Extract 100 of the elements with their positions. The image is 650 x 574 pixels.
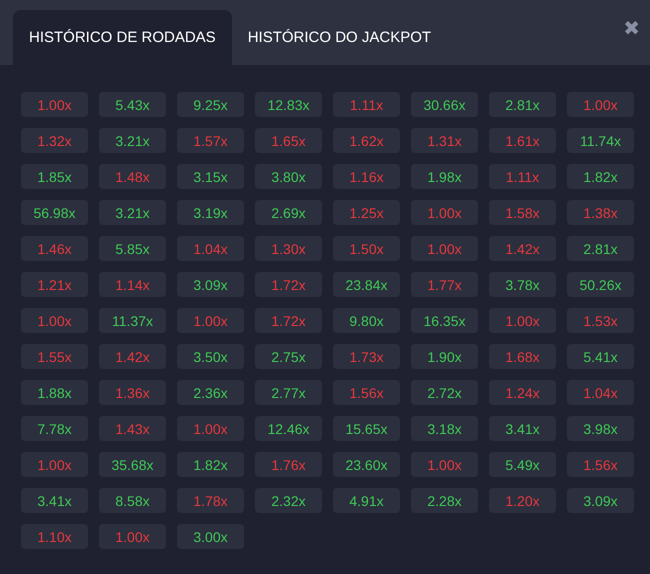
multiplier-chip: 1.58x xyxy=(489,200,556,225)
multiplier-chip: 1.00x xyxy=(411,452,478,477)
multiplier-chip: 11.74x xyxy=(567,128,634,153)
multiplier-chip: 1.00x xyxy=(21,308,88,333)
multiplier-chip: 12.46x xyxy=(255,416,322,441)
multiplier-chip: 3.18x xyxy=(411,416,478,441)
multiplier-chip: 3.09x xyxy=(567,488,634,513)
multiplier-chip: 56.98x xyxy=(21,200,88,225)
multiplier-chip: 1.43x xyxy=(99,416,166,441)
multiplier-chip: 1.04x xyxy=(567,380,634,405)
multiplier-chip: 2.81x xyxy=(489,92,556,117)
multiplier-chip: 5.43x xyxy=(99,92,166,117)
multiplier-chip: 1.57x xyxy=(177,128,244,153)
multiplier-chip: 1.00x xyxy=(411,200,478,225)
multiplier-chip: 11.37x xyxy=(99,308,166,333)
multiplier-chip: 1.76x xyxy=(255,452,322,477)
multiplier-chip: 5.85x xyxy=(99,236,166,261)
multiplier-chip: 1.00x xyxy=(489,308,556,333)
multiplier-chip: 1.04x xyxy=(177,236,244,261)
multiplier-chip: 3.80x xyxy=(255,164,322,189)
multiplier-chip: 1.61x xyxy=(489,128,556,153)
multiplier-chip: 1.82x xyxy=(567,164,634,189)
multiplier-chip: 1.42x xyxy=(99,344,166,369)
multiplier-chip: 50.26x xyxy=(567,272,634,297)
multiplier-chip: 3.21x xyxy=(99,128,166,153)
multiplier-chip: 1.88x xyxy=(21,380,88,405)
multiplier-chip: 1.98x xyxy=(411,164,478,189)
multiplier-chip: 1.38x xyxy=(567,200,634,225)
multiplier-chip: 1.90x xyxy=(411,344,478,369)
multiplier-chip: 1.55x xyxy=(21,344,88,369)
multiplier-chip: 9.25x xyxy=(177,92,244,117)
multiplier-chip: 3.15x xyxy=(177,164,244,189)
multiplier-chip: 1.68x xyxy=(489,344,556,369)
multiplier-chip: 2.32x xyxy=(255,488,322,513)
multiplier-chip: 5.49x xyxy=(489,452,556,477)
multiplier-chip: 1.36x xyxy=(99,380,166,405)
multiplier-chip: 3.41x xyxy=(489,416,556,441)
multiplier-chip: 1.00x xyxy=(411,236,478,261)
multiplier-chip: 15.65x xyxy=(333,416,400,441)
close-button[interactable]: ✖ xyxy=(623,18,640,38)
multiplier-chip: 1.32x xyxy=(21,128,88,153)
multiplier-chip: 30.66x xyxy=(411,92,478,117)
multiplier-chip: 1.65x xyxy=(255,128,322,153)
multiplier-chip: 1.85x xyxy=(21,164,88,189)
multiplier-chip: 1.73x xyxy=(333,344,400,369)
multiplier-chip: 4.91x xyxy=(333,488,400,513)
multiplier-chip: 1.62x xyxy=(333,128,400,153)
multiplier-chip: 1.72x xyxy=(255,308,322,333)
multiplier-chip: 2.77x xyxy=(255,380,322,405)
multiplier-chip: 5.41x xyxy=(567,344,634,369)
multiplier-chip: 3.00x xyxy=(177,524,244,549)
multiplier-chip: 3.78x xyxy=(489,272,556,297)
tab[interactable]: HISTÓRICO DO JACKPOT xyxy=(232,10,448,65)
multiplier-chip: 1.20x xyxy=(489,488,556,513)
multiplier-chip: 1.42x xyxy=(489,236,556,261)
multiplier-chip: 1.46x xyxy=(21,236,88,261)
multiplier-chip: 1.56x xyxy=(567,452,634,477)
multiplier-chip: 1.16x xyxy=(333,164,400,189)
multiplier-chip: 23.60x xyxy=(333,452,400,477)
multiplier-chip: 1.56x xyxy=(333,380,400,405)
multiplier-chip: 16.35x xyxy=(411,308,478,333)
multiplier-chip: 23.84x xyxy=(333,272,400,297)
multiplier-chip: 3.19x xyxy=(177,200,244,225)
multiplier-chip: 1.00x xyxy=(21,452,88,477)
multiplier-chip: 1.21x xyxy=(21,272,88,297)
multiplier-chip: 1.24x xyxy=(489,380,556,405)
multiplier-chip: 3.50x xyxy=(177,344,244,369)
multiplier-chip: 35.68x xyxy=(99,452,166,477)
multiplier-chip: 1.30x xyxy=(255,236,322,261)
multiplier-chip: 2.36x xyxy=(177,380,244,405)
multiplier-chip: 2.81x xyxy=(567,236,634,261)
multiplier-chip: 1.53x xyxy=(567,308,634,333)
multiplier-chip: 9.80x xyxy=(333,308,400,333)
multiplier-chip: 2.75x xyxy=(255,344,322,369)
multiplier-chip: 2.28x xyxy=(411,488,478,513)
multiplier-chip: 3.98x xyxy=(567,416,634,441)
multiplier-chip: 1.77x xyxy=(411,272,478,297)
multiplier-chip: 2.72x xyxy=(411,380,478,405)
multiplier-chip: 1.11x xyxy=(333,92,400,117)
multiplier-chip: 1.25x xyxy=(333,200,400,225)
multiplier-chip: 1.00x xyxy=(567,92,634,117)
multiplier-chip: 2.69x xyxy=(255,200,322,225)
multiplier-chip: 3.09x xyxy=(177,272,244,297)
multiplier-chip: 1.50x xyxy=(333,236,400,261)
multiplier-chip: 1.48x xyxy=(99,164,166,189)
multiplier-chip: 3.41x xyxy=(21,488,88,513)
multiplier-chip: 12.83x xyxy=(255,92,322,117)
multiplier-chip: 1.14x xyxy=(99,272,166,297)
multiplier-chip: 8.58x xyxy=(99,488,166,513)
multiplier-chip: 3.21x xyxy=(99,200,166,225)
multiplier-chip: 1.31x xyxy=(411,128,478,153)
multiplier-chip: 1.00x xyxy=(177,416,244,441)
tab[interactable]: HISTÓRICO DE RODADAS xyxy=(13,10,232,65)
multiplier-chip: 1.00x xyxy=(21,92,88,117)
multiplier-chip: 1.00x xyxy=(99,524,166,549)
multiplier-chip: 1.78x xyxy=(177,488,244,513)
multiplier-chip: 1.10x xyxy=(21,524,88,549)
multiplier-chip: 1.82x xyxy=(177,452,244,477)
multiplier-chip: 7.78x xyxy=(21,416,88,441)
multiplier-chip: 1.72x xyxy=(255,272,322,297)
